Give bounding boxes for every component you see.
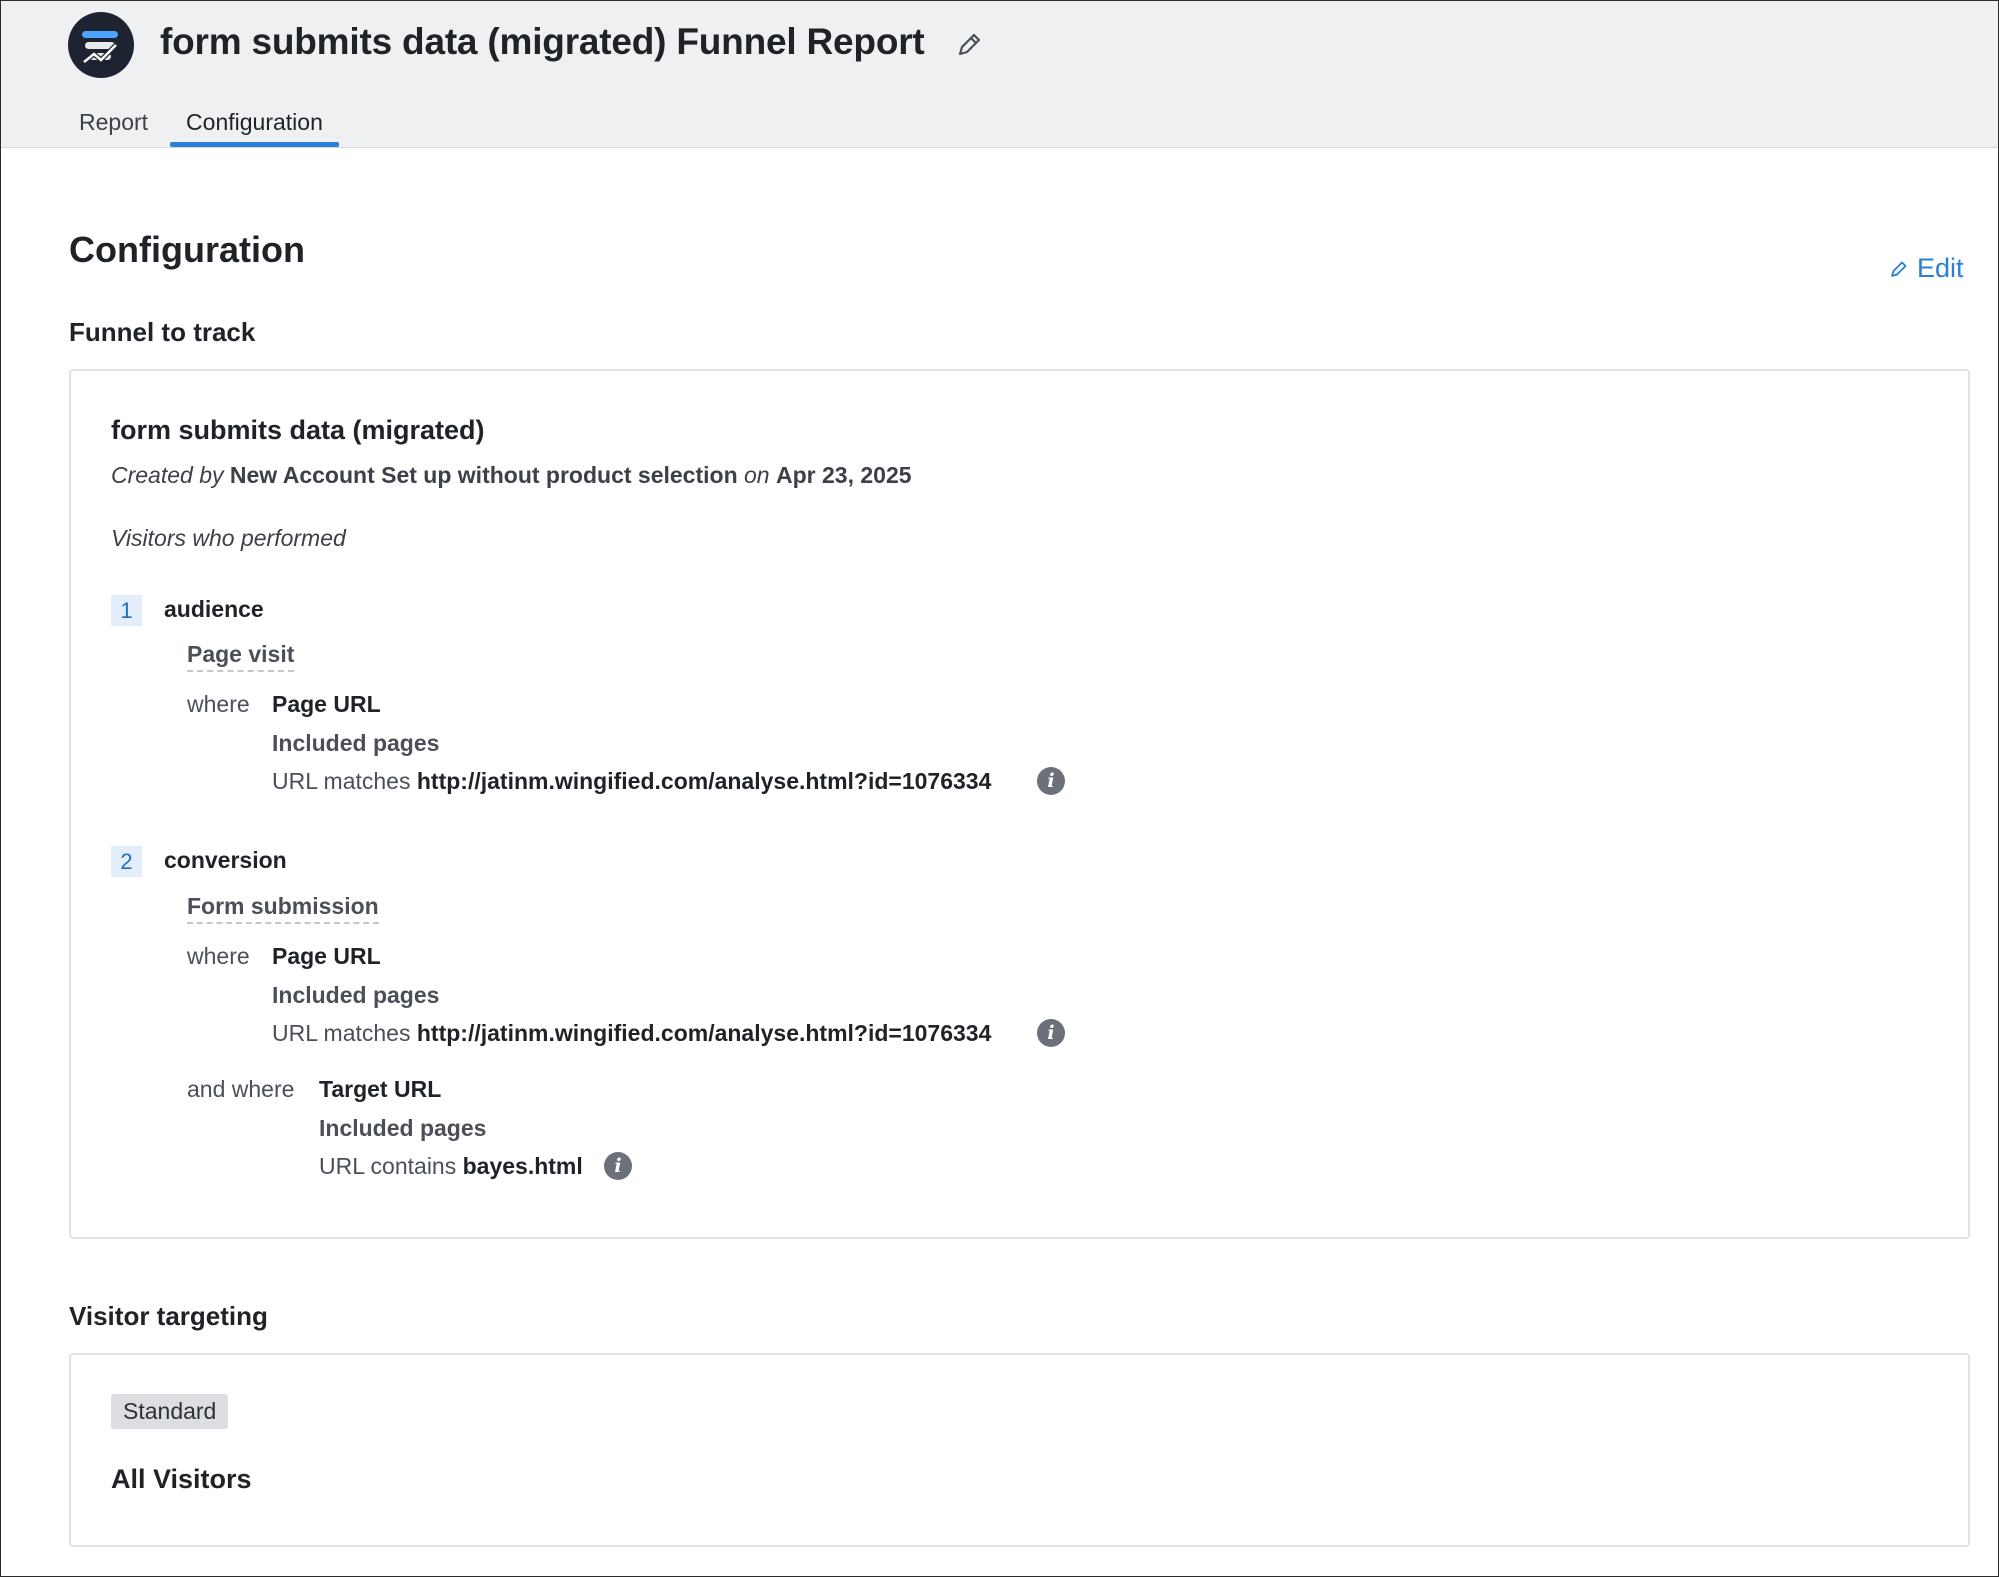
- condition-rule: URL contains bayes.html: [319, 1153, 583, 1179]
- condition-field: Page URL: [272, 943, 381, 969]
- page-title: Configuration: [69, 229, 305, 270]
- step-event: Form submission: [187, 893, 379, 924]
- pencil-icon[interactable]: [954, 30, 984, 60]
- created-date: Apr 23, 2025: [776, 462, 912, 488]
- info-icon[interactable]: i: [1037, 767, 1065, 795]
- condition-rule: URL matches http://jatinm.wingified.com/…: [272, 1020, 992, 1046]
- step-number: 2: [111, 846, 142, 877]
- step-name: conversion: [164, 847, 287, 873]
- condition-subtitle: Included pages: [272, 982, 440, 1008]
- app-logo: [68, 12, 134, 78]
- app-window: form submits data (migrated) Funnel Repo…: [0, 0, 1999, 1577]
- condition-field: Page URL: [272, 691, 381, 717]
- tab-bar: Report Configuration: [63, 101, 345, 147]
- condition-value: http://jatinm.wingified.com/analyse.html…: [416, 1020, 992, 1046]
- edit-button[interactable]: Edit: [1889, 253, 1964, 284]
- condition-value: bayes.html: [462, 1153, 583, 1179]
- targeting-type-badge: Standard: [111, 1394, 229, 1429]
- step-number: 1: [111, 595, 142, 626]
- pencil-icon: [1891, 261, 1907, 277]
- funnel-created-by: Created by New Account Set up without pr…: [111, 462, 912, 488]
- step-event: Page visit: [187, 641, 295, 672]
- condition-subtitle: Included pages: [272, 730, 440, 756]
- visitors-label: Visitors who performed: [111, 525, 346, 551]
- funnel-name: form submits data (migrated): [111, 415, 485, 445]
- creator-name: New Account Set up without product selec…: [229, 462, 738, 488]
- condition-keyword: where: [187, 691, 250, 717]
- report-header: form submits data (migrated) Funnel Repo…: [1, 1, 1998, 148]
- condition-keyword: where: [187, 943, 250, 969]
- funnel-section-title: Funnel to track: [69, 317, 256, 347]
- targeting-card: Standard All Visitors: [69, 1353, 1970, 1547]
- funnel-card: form submits data (migrated) Created by …: [69, 369, 1970, 1239]
- targeting-audience: All Visitors: [111, 1464, 252, 1494]
- condition-keyword: and where: [187, 1076, 295, 1102]
- tab-configuration[interactable]: Configuration: [170, 101, 339, 147]
- tab-report[interactable]: Report: [63, 101, 164, 147]
- condition-value: http://jatinm.wingified.com/analyse.html…: [416, 768, 992, 794]
- step-name: audience: [164, 596, 264, 622]
- targeting-section-title: Visitor targeting: [69, 1301, 268, 1331]
- edit-label: Edit: [1917, 253, 1964, 283]
- info-icon[interactable]: i: [604, 1152, 632, 1180]
- condition-rule: URL matches http://jatinm.wingified.com/…: [272, 768, 992, 794]
- report-title: form submits data (migrated) Funnel Repo…: [160, 21, 925, 62]
- info-icon[interactable]: i: [1037, 1019, 1065, 1047]
- condition-field: Target URL: [319, 1076, 442, 1102]
- condition-subtitle: Included pages: [319, 1115, 487, 1141]
